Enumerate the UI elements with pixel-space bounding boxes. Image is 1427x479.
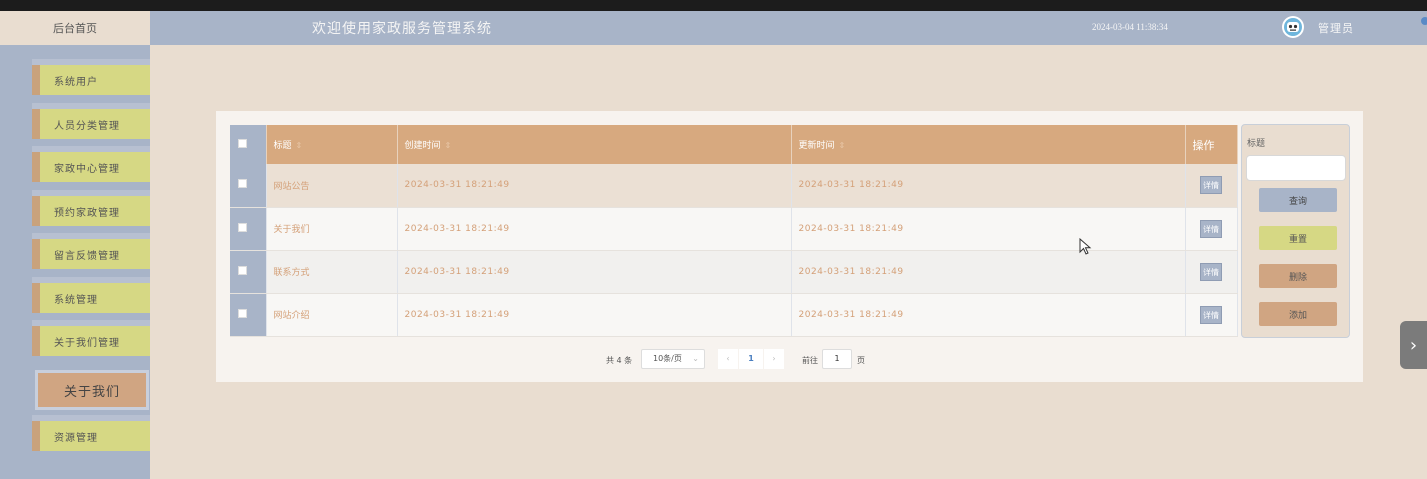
created-date: 2024-03-31 18:21:49 [404, 180, 510, 191]
cell-updated: 2024-03-31 18:21:49 [791, 250, 1186, 294]
top-header: 后台首页 欢迎使用家政服务管理系统 2024-03-04 11:38:34 管理… [0, 11, 1427, 45]
created-date: 2024-03-31 18:21:49 [404, 309, 510, 320]
query-button[interactable]: 查询 [1259, 188, 1337, 212]
cell-title: 联系方式 [266, 250, 398, 294]
row-checkbox[interactable] [238, 265, 247, 275]
select-all-checkbox[interactable] [238, 138, 247, 148]
chevron-right-icon[interactable]: › [1400, 321, 1427, 369]
row-select-cell [230, 250, 267, 294]
cell-created: 2024-03-31 18:21:49 [397, 250, 792, 294]
cell-created: 2024-03-31 18:21:49 [397, 293, 792, 337]
page-size-select[interactable]: 10条/页 ⌄ [641, 349, 705, 369]
created-date: 2024-03-31 18:21:49 [404, 266, 510, 277]
created-date: 2024-03-31 18:21:49 [404, 223, 510, 234]
cell-created: 2024-03-31 18:21:49 [397, 207, 792, 251]
table-header-row: 标题 ⇕ 创建时间 ⇕ 更新时间 ⇕ 操作 [230, 125, 1238, 164]
mouse-cursor-icon [1079, 238, 1092, 255]
cell-title: 网站介绍 [266, 293, 398, 337]
goto-label: 前往 [802, 356, 818, 365]
cell-action: 详情 [1185, 207, 1238, 251]
column-header-created[interactable]: 创建时间 ⇕ [397, 125, 792, 164]
sidebar-item-resources[interactable]: 资源管理 [32, 415, 150, 451]
sidebar: 系统用户 人员分类管理 家政中心管理 预约家政管理 留言反馈管理 系统管理 关于… [0, 45, 150, 479]
admin-label[interactable]: 管理员 [1318, 20, 1354, 36]
sidebar-item-feedback[interactable]: 留言反馈管理 [32, 233, 150, 269]
row-checkbox[interactable] [238, 308, 247, 318]
row-checkbox[interactable] [238, 222, 247, 232]
updated-date: 2024-03-31 18:21:49 [798, 266, 904, 277]
cell-title: 网站公告 [266, 164, 398, 208]
detail-button[interactable]: 详情 [1200, 176, 1222, 195]
row-select-cell [230, 293, 267, 337]
sort-icon[interactable]: ⇕ [296, 141, 303, 150]
updated-date: 2024-03-31 18:21:49 [798, 223, 904, 234]
column-header-updated[interactable]: 更新时间 ⇕ [791, 125, 1186, 164]
detail-button[interactable]: 详情 [1200, 305, 1222, 324]
row-select-cell [230, 164, 267, 208]
browser-top-strip [0, 0, 1427, 11]
cell-updated: 2024-03-31 18:21:49 [791, 293, 1186, 337]
select-all-cell [230, 125, 267, 164]
detail-button[interactable]: 详情 [1200, 262, 1222, 281]
chevron-down-icon: ⌄ [692, 354, 699, 363]
page-unit-label: 页 [857, 356, 865, 365]
search-input[interactable] [1246, 155, 1346, 181]
search-label: 标题 [1247, 139, 1266, 149]
cell-action: 详情 [1185, 164, 1238, 208]
sidebar-item-housekeeping-center[interactable]: 家政中心管理 [32, 146, 150, 182]
next-page-icon[interactable]: › [764, 349, 784, 369]
datetime-display: 2024-03-04 11:38:34 [1092, 22, 1168, 32]
reset-button[interactable]: 重置 [1259, 226, 1337, 250]
sort-icon[interactable]: ⇕ [839, 141, 846, 150]
welcome-title: 欢迎使用家政服务管理系统 [312, 21, 492, 37]
column-header-created-label: 创建时间 [404, 141, 441, 151]
sort-icon[interactable]: ⇕ [445, 141, 452, 150]
cell-title: 关于我们 [266, 207, 398, 251]
sidebar-item-staff-category[interactable]: 人员分类管理 [32, 103, 150, 139]
cell-updated: 2024-03-31 18:21:49 [791, 164, 1186, 208]
column-header-action: 操作 [1185, 125, 1238, 164]
corner-indicator [1421, 17, 1427, 25]
prev-page-icon[interactable]: ‹ [718, 349, 738, 369]
table-row[interactable]: 联系方式 2024-03-31 18:21:49 2024-03-31 18:2… [230, 250, 1238, 294]
cell-created: 2024-03-31 18:21:49 [397, 164, 792, 208]
pagination-total: 共 4 条 [606, 356, 633, 365]
sidebar-item-about-management[interactable]: 关于我们管理 [32, 320, 150, 356]
page-size-value: 10条/页 [653, 354, 682, 363]
updated-date: 2024-03-31 18:21:49 [798, 180, 904, 191]
delete-button[interactable]: 删除 [1259, 264, 1337, 288]
page-number-current[interactable]: 1 [739, 349, 763, 369]
column-header-updated-label: 更新时间 [798, 141, 835, 151]
add-button[interactable]: 添加 [1259, 302, 1337, 326]
table-row[interactable]: 网站公告 2024-03-31 18:21:49 2024-03-31 18:2… [230, 164, 1238, 208]
data-table: 标题 ⇕ 创建时间 ⇕ 更新时间 ⇕ 操作 网站公告 2024-03-31 18:21… [230, 125, 1238, 337]
goto-page-input[interactable]: 1 [822, 349, 852, 369]
updated-date: 2024-03-31 18:21:49 [798, 309, 904, 320]
sidebar-item-booking[interactable]: 预约家政管理 [32, 190, 150, 226]
admin-avatar-icon[interactable] [1281, 15, 1305, 39]
cell-action: 详情 [1185, 293, 1238, 337]
row-select-cell [230, 207, 267, 251]
sidebar-item-system-management[interactable]: 系统管理 [32, 277, 150, 313]
search-panel: 标题 查询 重置 删除 添加 [1241, 124, 1350, 338]
table-row[interactable]: 网站介绍 2024-03-31 18:21:49 2024-03-31 18:2… [230, 293, 1238, 337]
cell-updated: 2024-03-31 18:21:49 [791, 207, 1186, 251]
column-header-title-label: 标题 [273, 141, 292, 151]
sidebar-item-about-us[interactable]: 关于我们 [38, 373, 146, 407]
cell-action: 详情 [1185, 250, 1238, 294]
detail-button[interactable]: 详情 [1200, 219, 1222, 238]
sidebar-item-system-users[interactable]: 系统用户 [32, 59, 150, 95]
column-header-title[interactable]: 标题 ⇕ [266, 125, 398, 164]
home-tab[interactable]: 后台首页 [0, 11, 150, 45]
row-checkbox[interactable] [238, 179, 247, 189]
